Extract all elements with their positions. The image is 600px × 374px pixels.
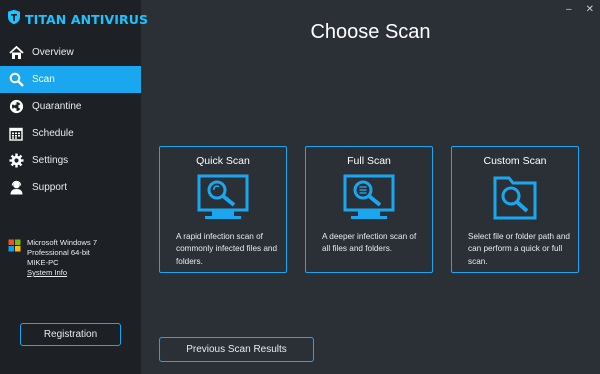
- monitor-quick-scan-icon: [160, 174, 286, 222]
- card-title: Quick Scan: [196, 155, 250, 167]
- machine-name-text: MIKE-PC: [27, 258, 59, 267]
- card-description: A deeper infection scan of all files and…: [322, 232, 417, 254]
- sidebar-item-label: Scan: [32, 74, 55, 85]
- biohazard-icon: [8, 99, 24, 115]
- os-edition-text: Professional 64-bit: [27, 248, 90, 257]
- system-info-panel: Microsoft Windows 7 Professional 64-bit …: [8, 238, 138, 278]
- window-controls: – ✕: [566, 4, 594, 16]
- card-title: Full Scan: [347, 155, 391, 167]
- previous-scan-results-button[interactable]: Previous Scan Results: [159, 337, 314, 362]
- sidebar: TITAN ANTIVIRUS Overview Scan Quarantine: [0, 0, 148, 374]
- sidebar-item-quarantine[interactable]: Quarantine: [0, 93, 141, 120]
- system-info-link[interactable]: System Info: [27, 268, 97, 278]
- shield-logo-icon: [7, 9, 21, 30]
- full-scan-card[interactable]: Full Scan A deeper infection scan of all…: [305, 146, 433, 273]
- sidebar-item-label: Schedule: [32, 128, 74, 139]
- sidebar-item-support[interactable]: Support: [0, 174, 141, 201]
- registration-button[interactable]: Registration: [20, 323, 121, 346]
- windows-logo-icon: [8, 239, 21, 252]
- app-logo: TITAN ANTIVIRUS: [7, 9, 148, 29]
- minimize-button[interactable]: –: [566, 4, 572, 16]
- sidebar-item-label: Settings: [32, 155, 69, 166]
- sidebar-nav: Overview Scan Quarantine Schedule Settin…: [0, 39, 141, 201]
- sidebar-item-overview[interactable]: Overview: [0, 39, 141, 66]
- app-logo-text: TITAN ANTIVIRUS: [25, 11, 149, 27]
- sidebar-item-scan[interactable]: Scan: [0, 66, 141, 93]
- card-title: Custom Scan: [483, 155, 547, 167]
- os-name-text: Microsoft Windows 7: [27, 238, 98, 247]
- sidebar-item-label: Overview: [32, 47, 74, 58]
- sidebar-item-settings[interactable]: Settings: [0, 147, 141, 174]
- gear-icon: [8, 153, 24, 169]
- sidebar-item-label: Quarantine: [32, 101, 82, 112]
- card-description: A rapid infection scan of commonly infec…: [176, 232, 278, 266]
- sidebar-item-schedule[interactable]: Schedule: [0, 120, 141, 147]
- card-description: Select file or folder path and can perfo…: [468, 232, 570, 266]
- home-icon: [8, 45, 24, 61]
- sidebar-item-label: Support: [32, 182, 68, 193]
- custom-scan-card[interactable]: Custom Scan Select file or folder path a…: [451, 146, 579, 273]
- folder-search-icon: [452, 174, 578, 222]
- support-agent-icon: [8, 180, 24, 196]
- search-icon: [8, 72, 24, 88]
- close-button[interactable]: ✕: [586, 4, 594, 16]
- monitor-full-scan-icon: [306, 174, 432, 222]
- quick-scan-card[interactable]: Quick Scan A rapid infection scan of com…: [159, 146, 287, 273]
- app-window: – ✕ TITAN ANTIVIRUS Overview Scan Quaran…: [0, 0, 600, 374]
- calendar-icon: [8, 126, 24, 142]
- page-title: Choose Scan: [310, 21, 431, 43]
